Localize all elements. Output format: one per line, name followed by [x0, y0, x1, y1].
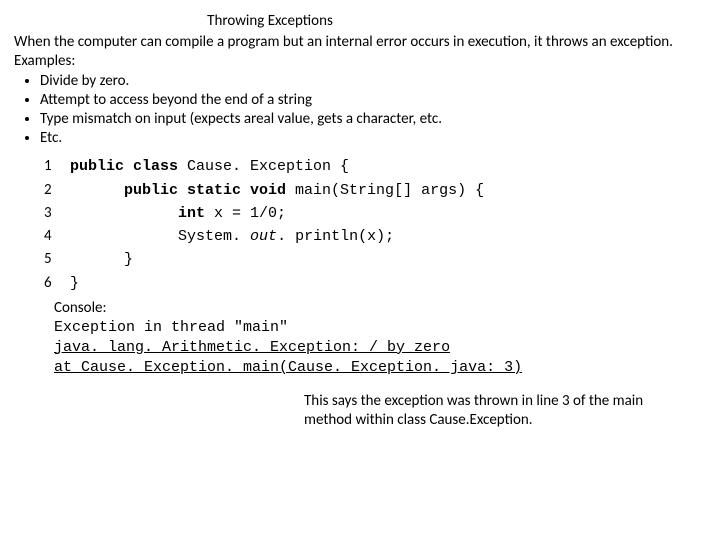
examples-list: Divide by zero. Attempt to access beyond… [14, 72, 706, 147]
code-line: 4 System. out. println(x); [44, 225, 706, 248]
list-item: Type mismatch on input (expects areal va… [40, 110, 706, 129]
code-text: public class Cause. Exception { [70, 155, 349, 178]
line-number: 4 [44, 225, 70, 248]
console-label: Console: [54, 299, 706, 318]
code-text: public static void main(String[] args) { [70, 179, 484, 202]
code-line: 6 } [44, 272, 706, 295]
code-line: 3 int x = 1/0; [44, 202, 706, 225]
intro-paragraph: When the computer can compile a program … [14, 33, 706, 52]
code-line: 1 public class Cause. Exception { [44, 155, 706, 178]
code-block: 1 public class Cause. Exception { 2 publ… [44, 155, 706, 295]
code-text: } [70, 272, 79, 295]
examples-label: Examples: [14, 52, 706, 71]
console-output: Console: Exception in thread "main" java… [54, 299, 706, 379]
line-number: 6 [44, 272, 70, 295]
line-number: 3 [44, 202, 70, 225]
code-text: int x = 1/0; [70, 202, 286, 225]
code-line: 5 } [44, 248, 706, 271]
line-number: 5 [44, 248, 70, 271]
console-line: java. lang. Arithmetic. Exception: / by … [54, 338, 706, 358]
list-item: Divide by zero. [40, 72, 706, 91]
code-line: 2 public static void main(String[] args)… [44, 179, 706, 202]
console-line: Exception in thread "main" [54, 318, 706, 338]
code-text: } [70, 248, 133, 271]
line-number: 2 [44, 179, 70, 202]
explanation-caption: This says the exception was thrown in li… [304, 392, 654, 430]
list-item: Etc. [40, 129, 706, 148]
line-number: 1 [44, 155, 70, 178]
list-item: Attempt to access beyond the end of a st… [40, 91, 706, 110]
console-line: at Cause. Exception. main(Cause. Excepti… [54, 358, 706, 378]
code-text: System. out. println(x); [70, 225, 394, 248]
slide-title: Throwing Exceptions [14, 12, 706, 31]
